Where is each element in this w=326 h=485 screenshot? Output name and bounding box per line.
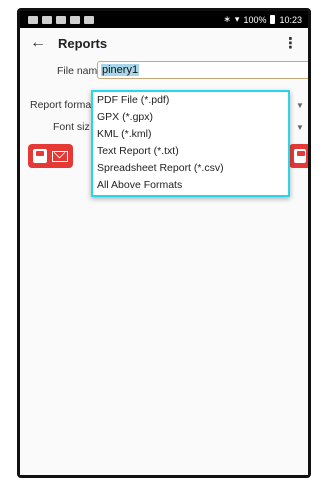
app-bar: ← Reports ⋮ — [20, 28, 308, 58]
save-icon — [294, 149, 306, 163]
email-icon — [52, 150, 68, 162]
file-name-input[interactable]: pinery1 — [97, 61, 308, 79]
notification-icon — [56, 15, 66, 24]
dropdown-option-all[interactable]: All Above Formats — [93, 177, 288, 194]
font-size-dropdown-arrow-icon[interactable]: ▼ — [296, 123, 304, 132]
battery-icon — [270, 15, 276, 24]
dropdown-option-pdf[interactable]: PDF File (*.pdf) — [93, 92, 288, 109]
report-format-dropdown-list: PDF File (*.pdf) GPX (*.gpx) KML (*.kml)… — [91, 90, 290, 197]
dropdown-option-kml[interactable]: KML (*.kml) — [93, 126, 288, 143]
status-bar: ∗ ▾ 100% 10:23 — [20, 11, 308, 28]
bluetooth-icon: ∗ — [223, 14, 231, 24]
device-frame: ∗ ▾ 100% 10:23 ← Reports ⋮ File name: pi… — [17, 8, 311, 478]
clock: 10:23 — [279, 14, 302, 25]
save-button[interactable] — [289, 144, 308, 168]
notification-icons — [28, 15, 94, 24]
file-name-value: pinery1 — [101, 64, 140, 76]
font-size-label: Font siz — [53, 121, 90, 133]
dropdown-option-gpx[interactable]: GPX (*.gpx) — [93, 109, 288, 126]
save-email-button[interactable] — [28, 144, 73, 168]
wifi-icon: ▾ — [234, 14, 240, 24]
overflow-menu-icon[interactable]: ⋮ — [283, 34, 298, 52]
back-arrow-icon[interactable]: ← — [30, 34, 58, 52]
save-icon — [33, 149, 47, 163]
report-format-label: Report forma — [30, 99, 92, 111]
page-title: Reports — [58, 35, 108, 51]
dropdown-option-txt[interactable]: Text Report (*.txt) — [93, 143, 288, 160]
screen: ∗ ▾ 100% 10:23 ← Reports ⋮ File name: pi… — [20, 11, 308, 475]
dropdown-option-csv[interactable]: Spreadsheet Report (*.csv) — [93, 160, 288, 177]
notification-icon — [42, 15, 52, 24]
report-format-dropdown-arrow-icon[interactable]: ▼ — [296, 101, 304, 110]
system-icons: ∗ ▾ 100% 10:23 — [223, 14, 302, 25]
notification-icon — [70, 15, 80, 24]
battery-label: 100% — [243, 14, 267, 25]
notification-icon — [28, 15, 38, 24]
notification-icon — [84, 15, 94, 24]
